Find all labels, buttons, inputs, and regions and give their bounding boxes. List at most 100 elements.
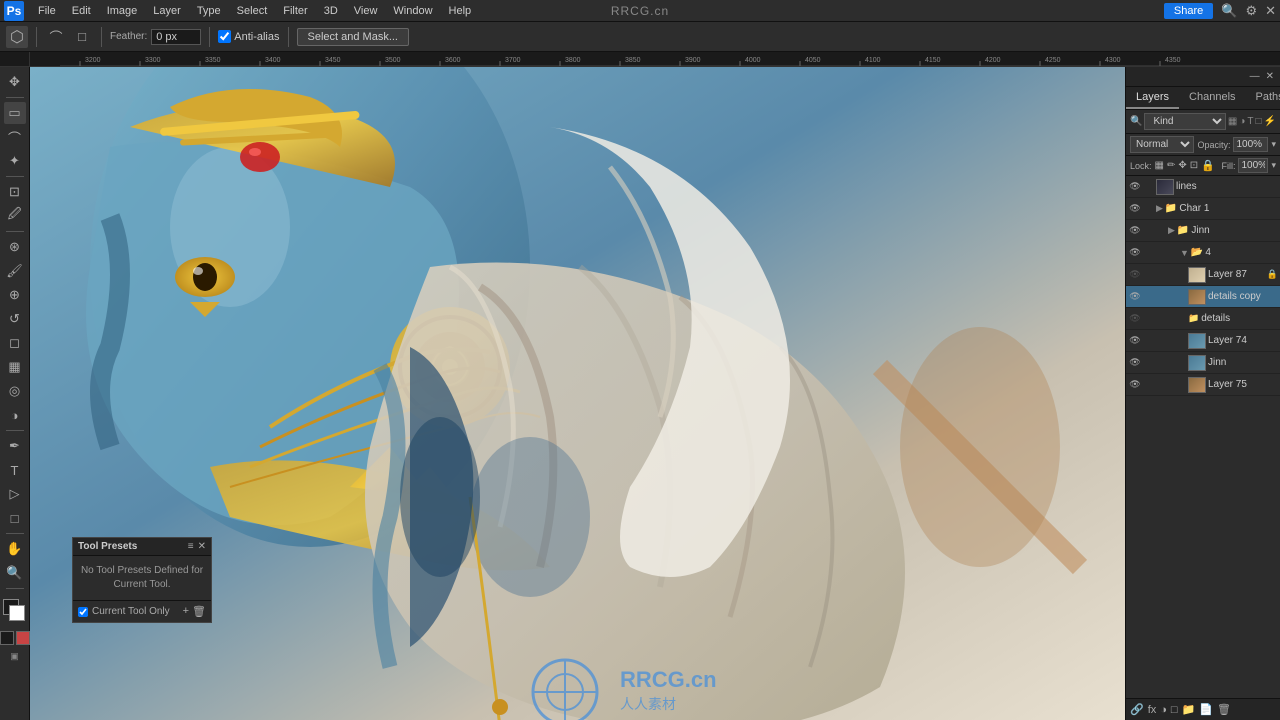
hand-tool[interactable]: ✋ <box>4 538 26 560</box>
eraser-tool[interactable]: ◻ <box>4 332 26 354</box>
move-tool[interactable]: ✥ <box>4 71 26 93</box>
opacity-input[interactable] <box>1233 137 1268 152</box>
lock-artboard-icon[interactable]: ⊡ <box>1190 160 1198 171</box>
toolbar-lasso-icon[interactable]: ⌒ <box>45 26 67 48</box>
layer-item[interactable]: 👁 Jinn <box>1126 352 1280 374</box>
feather-input[interactable] <box>151 29 201 45</box>
layer-item[interactable]: 👁 ▶ 📁 Jinn <box>1126 220 1280 242</box>
adjust-icon[interactable]: ◑ <box>1160 704 1167 716</box>
layer-visibility-toggle[interactable]: 👁 <box>1128 202 1142 216</box>
menu-edit[interactable]: Edit <box>64 3 99 19</box>
lock-all-icon[interactable]: 🔒 <box>1201 159 1215 172</box>
search-icon[interactable]: 🔍 <box>1221 3 1237 19</box>
filter-adj-icon[interactable]: ◑ <box>1239 116 1245 127</box>
screen-mode[interactable]: ▣ <box>10 651 19 662</box>
folder-collapse-arrow[interactable]: ▶ <box>1168 225 1175 236</box>
magic-wand-tool[interactable]: ✦ <box>4 150 26 172</box>
opacity-chevron[interactable]: ▾ <box>1271 139 1276 150</box>
panel-collapse-icon[interactable]: — <box>1250 71 1260 82</box>
layer-visibility-toggle[interactable]: 👁 <box>1128 378 1142 392</box>
tool-presets-menu[interactable]: ≡ <box>188 541 194 552</box>
clone-tool[interactable]: ⊕ <box>4 284 26 306</box>
layer-visibility-toggle[interactable]: 👁 <box>1128 246 1142 260</box>
folder-collapse-arrow[interactable]: ▶ <box>1156 203 1163 214</box>
menu-3d[interactable]: 3D <box>316 3 346 19</box>
shape-tool[interactable]: □ <box>4 507 26 529</box>
standard-mode[interactable] <box>0 631 14 645</box>
antialias-checkbox-label[interactable]: Anti-alias <box>218 30 279 43</box>
folder-new-icon[interactable]: 📁 <box>1182 703 1196 716</box>
layer-visibility-toggle[interactable]: 👁 <box>1128 180 1142 194</box>
filter-shape-icon[interactable]: □ <box>1256 116 1262 127</box>
layer-visibility-toggle[interactable]: 👁 <box>1128 312 1142 326</box>
kind-filter-select[interactable]: Kind <box>1144 113 1225 130</box>
layer-item[interactable]: 👁 Layer 74 <box>1126 330 1280 352</box>
canvas-area[interactable]: RRCG.cn 人人素材 Tool Presets ≡ ✕ No Tool Pr… <box>30 67 1125 720</box>
filter-type-icon[interactable]: T <box>1247 116 1253 127</box>
eyedropper-tool[interactable]: 🖉 <box>4 205 26 227</box>
layer-item[interactable]: 👁 ▼ 📂 4 <box>1126 242 1280 264</box>
text-tool[interactable]: T <box>4 459 26 481</box>
lock-move-icon[interactable]: ✥ <box>1178 160 1186 171</box>
layer-item[interactable]: 👁 Layer 75 <box>1126 374 1280 396</box>
tab-channels[interactable]: Channels <box>1179 87 1245 109</box>
current-tool-only-checkbox[interactable] <box>78 607 88 617</box>
dodge-tool[interactable]: ◑ <box>4 404 26 426</box>
settings-icon[interactable]: ⚙ <box>1245 3 1257 19</box>
filter-pixel-icon[interactable]: ▦ <box>1228 116 1237 127</box>
menu-type[interactable]: Type <box>189 3 229 19</box>
antialias-checkbox[interactable] <box>218 30 231 43</box>
layer-item[interactable]: 👁 ▶ 📁 Char 1 <box>1126 198 1280 220</box>
panel-close-icon[interactable]: ✕ <box>1266 71 1274 82</box>
path-select-tool[interactable]: ▷ <box>4 483 26 505</box>
menu-help[interactable]: Help <box>441 3 480 19</box>
fx-icon[interactable]: fx <box>1148 704 1157 716</box>
background-color[interactable] <box>9 605 25 621</box>
menu-select[interactable]: Select <box>229 3 276 19</box>
gradient-tool[interactable]: ▦ <box>4 356 26 378</box>
folder-collapse-arrow[interactable]: ▼ <box>1180 248 1189 258</box>
layer-visibility-toggle[interactable]: 👁 <box>1128 356 1142 370</box>
spot-heal-tool[interactable]: ⊛ <box>4 236 26 258</box>
layer-visibility-toggle[interactable]: 👁 <box>1128 334 1142 348</box>
toolbar-rect-icon[interactable]: □ <box>71 26 93 48</box>
menu-filter[interactable]: Filter <box>275 3 315 19</box>
delete-preset-icon[interactable]: 🗑 <box>192 605 206 618</box>
add-preset-icon[interactable]: + <box>183 605 189 618</box>
menu-view[interactable]: View <box>346 3 386 19</box>
lock-draw-icon[interactable]: ✏ <box>1167 160 1175 171</box>
layer-new-icon[interactable]: 📄 <box>1199 703 1213 716</box>
delete-icon[interactable]: 🗑 <box>1217 703 1231 716</box>
fill-input[interactable] <box>1238 158 1268 173</box>
brush-tool[interactable]: 🖌 <box>4 260 26 282</box>
mask-icon[interactable]: □ <box>1171 704 1178 716</box>
menu-window[interactable]: Window <box>385 3 440 19</box>
lasso-tool[interactable]: ⌒ <box>4 126 26 148</box>
layer-item[interactable]: 👁 📁 details <box>1126 308 1280 330</box>
blend-mode-select[interactable]: Normal <box>1130 136 1194 153</box>
history-brush-tool[interactable]: ↺ <box>4 308 26 330</box>
link-icon[interactable]: 🔗 <box>1130 703 1144 716</box>
layer-item[interactable]: 👁 lines <box>1126 176 1280 198</box>
marquee-tool[interactable]: ▭ <box>4 102 26 124</box>
menu-image[interactable]: Image <box>99 3 146 19</box>
share-button[interactable]: Share <box>1164 3 1213 19</box>
tab-layers[interactable]: Layers <box>1126 87 1179 109</box>
layers-list[interactable]: 👁 lines 👁 ▶ 📁 Char 1 👁 ▶ 📁 Jinn <box>1126 176 1280 698</box>
layer-item[interactable]: 👁 Layer 87 🔒 <box>1126 264 1280 286</box>
lock-pixel-icon[interactable]: ▦ <box>1155 160 1164 171</box>
layer-visibility-toggle[interactable]: 👁 <box>1128 224 1142 238</box>
tab-paths[interactable]: Paths <box>1246 87 1280 109</box>
zoom-tool[interactable]: 🔍 <box>4 562 26 584</box>
toolbar-tool-icon[interactable]: ⬡ <box>6 26 28 48</box>
fill-chevron[interactable]: ▾ <box>1271 160 1276 171</box>
close-icon[interactable]: ✕ <box>1265 3 1276 19</box>
crop-tool[interactable]: ⊡ <box>4 181 26 203</box>
quick-mask-mode[interactable] <box>16 631 30 645</box>
layer-visibility-toggle[interactable]: 👁 <box>1128 290 1142 304</box>
filter-smart-icon[interactable]: ⚡ <box>1264 116 1276 127</box>
pen-tool[interactable]: ✒ <box>4 435 26 457</box>
menu-file[interactable]: File <box>30 3 64 19</box>
layer-visibility-toggle[interactable]: 👁 <box>1128 268 1142 282</box>
blur-tool[interactable]: ◎ <box>4 380 26 402</box>
